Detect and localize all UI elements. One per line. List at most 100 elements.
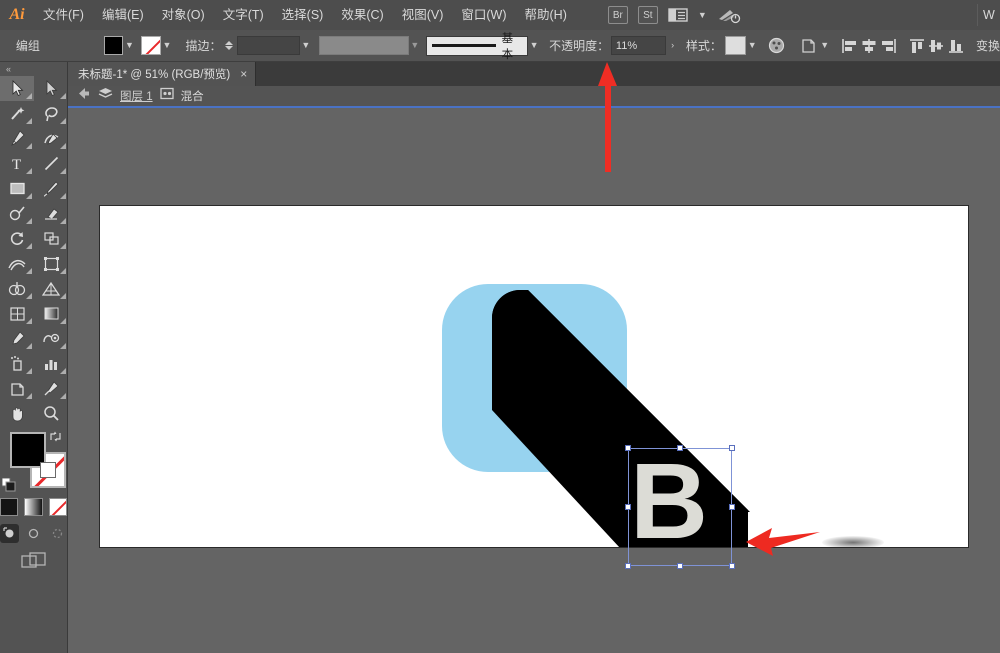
- align-right-icon[interactable]: [879, 35, 898, 57]
- selection-tool[interactable]: [0, 76, 34, 101]
- selection-handle-br[interactable]: [729, 563, 735, 569]
- isolation-mode-bar: 图层 1 混合: [68, 86, 1000, 108]
- menu-edit[interactable]: 编辑(E): [93, 0, 153, 30]
- document-canvas[interactable]: B: [68, 108, 1000, 653]
- draw-behind-mode[interactable]: [24, 524, 43, 543]
- variable-width-profile-input[interactable]: [319, 36, 409, 55]
- color-mode-solid[interactable]: [0, 498, 19, 516]
- brush-definition-chevron-icon[interactable]: ▼: [528, 36, 540, 55]
- document-tab[interactable]: 未标题-1* @ 51% (RGB/预览) ×: [68, 62, 257, 86]
- opacity-input[interactable]: 11%: [610, 36, 667, 55]
- selection-handle-bc[interactable]: [677, 563, 683, 569]
- bridge-button[interactable]: Br: [607, 6, 628, 24]
- brush-definition-box[interactable]: 基本: [426, 33, 528, 61]
- lasso-tool[interactable]: [34, 101, 68, 126]
- selection-handle-bl[interactable]: [625, 563, 631, 569]
- shaper-tool[interactable]: [0, 201, 34, 226]
- workspace-switcher-icon[interactable]: [668, 7, 690, 23]
- rotate-tool[interactable]: [0, 226, 34, 251]
- zoom-tool[interactable]: [34, 401, 68, 426]
- perspective-grid-tool[interactable]: [34, 276, 68, 301]
- color-mode-gradient[interactable]: [24, 498, 43, 516]
- close-icon[interactable]: ×: [240, 67, 247, 81]
- layers-icon: [98, 87, 113, 105]
- menu-select[interactable]: 选择(S): [273, 0, 333, 30]
- selection-handle-tr[interactable]: [729, 445, 735, 451]
- curvature-tool[interactable]: [34, 126, 68, 151]
- selection-handle-ml[interactable]: [625, 504, 631, 510]
- selection-handle-mr[interactable]: [729, 504, 735, 510]
- collapse-panel-icon[interactable]: «: [0, 62, 67, 76]
- free-transform-tool[interactable]: [34, 251, 68, 276]
- stroke-swatch-inner: [40, 462, 56, 478]
- width-tool[interactable]: [0, 251, 34, 276]
- opacity-expand-icon[interactable]: ›: [666, 36, 678, 55]
- draw-normal-mode[interactable]: [0, 524, 19, 543]
- type-tool[interactable]: T: [0, 151, 34, 176]
- pen-tool[interactable]: [0, 126, 34, 151]
- stroke-dropdown-chevron-icon[interactable]: ▼: [161, 36, 173, 55]
- stroke-weight-input[interactable]: [236, 36, 300, 55]
- chevron-down-icon[interactable]: ▼: [698, 10, 707, 20]
- mesh-tool[interactable]: [0, 301, 34, 326]
- paintbrush-tool[interactable]: [34, 176, 68, 201]
- align-bottom-icon[interactable]: [946, 35, 965, 57]
- direct-selection-tool[interactable]: [34, 76, 68, 101]
- transform-panel-button[interactable]: 变换: [976, 37, 1000, 54]
- variable-width-chevron-icon[interactable]: ▼: [409, 36, 421, 55]
- graphic-style-swatch[interactable]: [724, 36, 747, 55]
- tools-panel: « T: [0, 62, 68, 653]
- screen-mode-row: [0, 552, 67, 575]
- blend-tool[interactable]: [34, 326, 68, 351]
- shape-builder-tool[interactable]: [0, 276, 34, 301]
- menu-file[interactable]: 文件(F): [34, 0, 93, 30]
- scale-tool[interactable]: [34, 226, 68, 251]
- menu-effect[interactable]: 效果(C): [332, 0, 392, 30]
- blue-rounded-square[interactable]: [442, 284, 627, 472]
- align-top-icon[interactable]: [907, 35, 926, 57]
- menu-type[interactable]: 文字(T): [214, 0, 273, 30]
- selection-handle-tl[interactable]: [625, 445, 631, 451]
- align-center-vertical-icon[interactable]: [926, 35, 945, 57]
- fill-color-swatch[interactable]: [103, 36, 124, 55]
- eyedropper-tool[interactable]: [0, 326, 34, 351]
- artboard-tool[interactable]: [0, 376, 34, 401]
- gradient-tool[interactable]: [34, 301, 68, 326]
- menu-object[interactable]: 对象(O): [153, 0, 214, 30]
- column-graph-tool[interactable]: [34, 351, 68, 376]
- color-mode-none[interactable]: [48, 498, 67, 516]
- artboard[interactable]: B: [99, 205, 969, 548]
- swap-fill-stroke-icon[interactable]: [49, 430, 62, 446]
- layer-name-link[interactable]: 图层 1: [120, 88, 153, 104]
- align-center-horizontal-icon[interactable]: [859, 35, 878, 57]
- magic-wand-tool[interactable]: [0, 101, 34, 126]
- symbol-sprayer-tool[interactable]: [0, 351, 34, 376]
- line-segment-tool[interactable]: [34, 151, 68, 176]
- shape-mode-icon[interactable]: [799, 35, 818, 57]
- style-chevron-icon[interactable]: ▼: [746, 36, 758, 55]
- selection-type-label: 编组: [15, 39, 40, 53]
- stroke-color-swatch[interactable]: [141, 36, 161, 55]
- selection-bounding-box[interactable]: [628, 448, 732, 566]
- align-left-icon[interactable]: [840, 35, 859, 57]
- recolor-artwork-icon[interactable]: [767, 35, 786, 57]
- shape-mode-chevron-icon[interactable]: ▼: [819, 36, 831, 55]
- menu-window[interactable]: 窗口(W): [452, 0, 515, 30]
- change-screen-mode-icon[interactable]: [20, 552, 47, 575]
- back-arrow-icon[interactable]: [77, 87, 91, 105]
- fill-dropdown-chevron-icon[interactable]: ▼: [123, 36, 135, 55]
- menu-view[interactable]: 视图(V): [393, 0, 453, 30]
- default-fill-stroke-icon[interactable]: [1, 477, 16, 492]
- selection-handle-tc[interactable]: [677, 445, 683, 451]
- stock-button[interactable]: St: [637, 6, 658, 24]
- color-mode-row: [0, 498, 67, 516]
- hand-tool[interactable]: [0, 401, 34, 426]
- creative-cloud-icon[interactable]: [717, 6, 741, 24]
- eraser-tool[interactable]: [34, 201, 68, 226]
- rectangle-tool[interactable]: [0, 176, 34, 201]
- stroke-weight-stepper[interactable]: [225, 41, 234, 50]
- stroke-weight-chevron-icon[interactable]: ▼: [300, 36, 312, 55]
- slice-tool[interactable]: [34, 376, 68, 401]
- menu-help[interactable]: 帮助(H): [516, 0, 576, 30]
- draw-inside-mode[interactable]: [48, 524, 67, 543]
